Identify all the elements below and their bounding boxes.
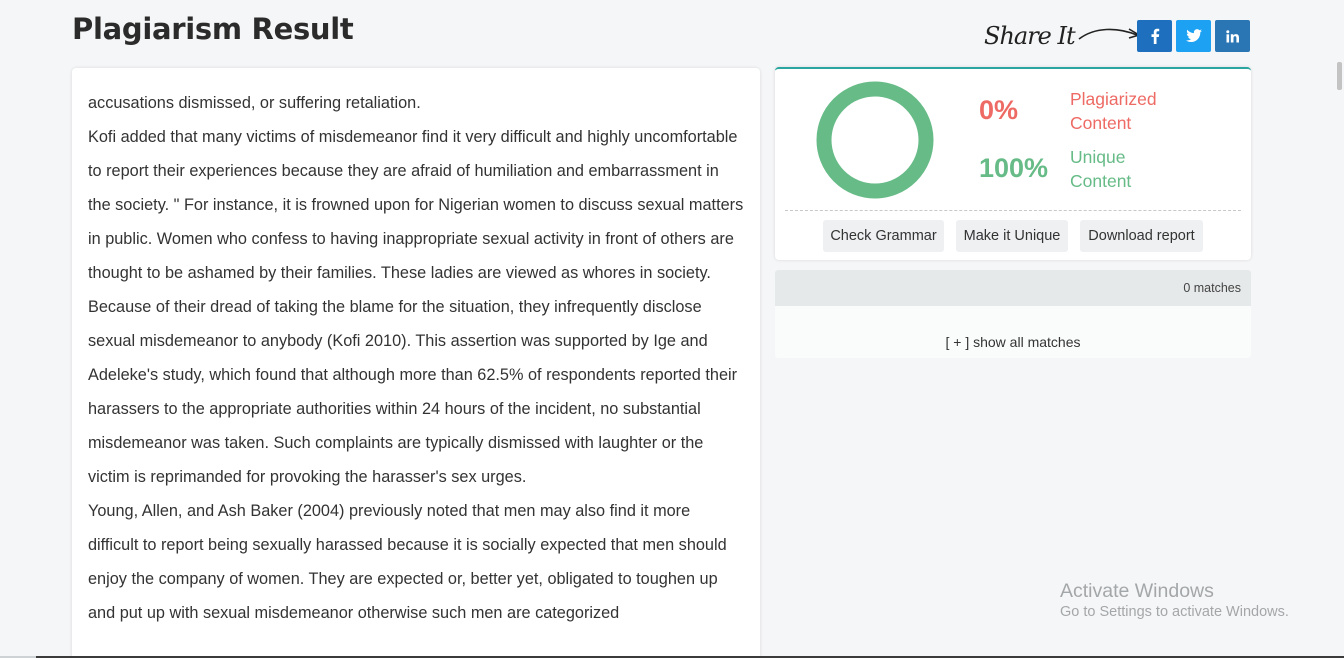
text-paragraph: Kofi added that many victims of misdemea… xyxy=(88,128,744,486)
watermark-subtitle: Go to Settings to activate Windows. xyxy=(1060,604,1289,620)
page-title: Plagiarism Result xyxy=(72,12,354,46)
text-paragraph: Young, Allen, and Ash Baker (2004) previ… xyxy=(88,502,727,622)
twitter-icon xyxy=(1185,29,1202,42)
checked-text-panel: accusations dismissed, or suffering reta… xyxy=(72,68,760,658)
share-it: Share It xyxy=(984,20,1145,52)
show-all-matches-link[interactable]: [ + ] show all matches xyxy=(775,334,1251,350)
divider xyxy=(785,210,1241,211)
scrollbar-thumb[interactable] xyxy=(1337,62,1342,90)
text-paragraph: accusations dismissed, or suffering reta… xyxy=(88,94,421,112)
linkedin-icon xyxy=(1226,29,1239,42)
watermark-title: Activate Windows xyxy=(1060,580,1214,602)
activate-windows-watermark: Activate Windows Go to Settings to activ… xyxy=(1060,580,1289,622)
arrow-icon xyxy=(1078,28,1141,40)
page-scrollbar[interactable] xyxy=(1336,0,1344,658)
matches-count: 0 matches xyxy=(775,270,1251,306)
facebook-icon xyxy=(1151,28,1159,44)
plagiarized-label: Plagiarized Content xyxy=(1070,89,1157,133)
unique-label: Unique Content xyxy=(1070,147,1132,191)
make-unique-button[interactable]: Make it Unique xyxy=(956,220,1068,252)
check-grammar-button[interactable]: Check Grammar xyxy=(823,220,944,252)
unique-percent: 100% xyxy=(979,153,1049,183)
share-label: Share It xyxy=(984,22,1076,50)
plagiarism-donut-chart xyxy=(816,81,934,199)
linkedin-share-button[interactable] xyxy=(1215,20,1250,52)
twitter-share-button[interactable] xyxy=(1176,20,1211,52)
facebook-share-button[interactable] xyxy=(1137,20,1172,52)
result-summary-card: 0% Plagiarized Content 100% Unique Conte… xyxy=(775,67,1251,260)
plagiarized-percent: 0% xyxy=(979,95,1019,125)
download-report-button[interactable]: Download report xyxy=(1080,220,1203,252)
matches-panel: 0 matches [ + ] show all matches xyxy=(775,270,1251,358)
donut-unique-ring xyxy=(816,81,934,199)
